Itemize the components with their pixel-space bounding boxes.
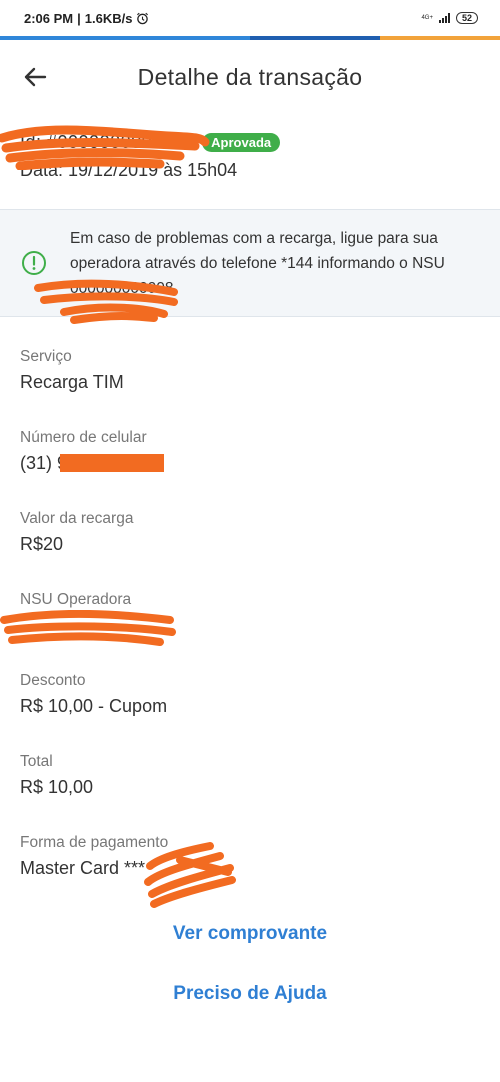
field-value: (31) 99 (20, 453, 78, 473)
field-value: Master Card *** (20, 858, 146, 878)
alert-line-1: Em caso de problemas com a recarga, ligu… (70, 229, 438, 247)
page-title: Detalhe da transação (137, 63, 363, 90)
signal-icon (438, 13, 450, 23)
field-label: Total (20, 753, 53, 770)
field-payment-method: Forma de pagamento Master Card *** (20, 833, 480, 881)
transaction-id-row: Id: #0000000000702 Aprovada (20, 130, 480, 154)
field-total: Total R$ 10,00 (20, 752, 480, 800)
field-label: Valor da recarga (20, 510, 134, 527)
status-time: 2:06 PM (24, 10, 74, 26)
battery-icon: 52 (455, 12, 478, 24)
status-right: 4G+ 52 (421, 12, 478, 24)
field-phone-number: Número de celular (31) 99 (20, 428, 480, 476)
field-label: Desconto (20, 672, 86, 689)
status-separator: | (77, 10, 81, 26)
field-value: Recarga TIM (20, 372, 124, 392)
field-label: Forma de pagamento (20, 834, 169, 851)
back-button[interactable] (0, 40, 70, 114)
status-bar: 2:06 PM | 1.6KB/s 4G+ 52 (0, 0, 500, 36)
transaction-date: Data: 19/12/2019 às 15h04 (20, 160, 238, 180)
view-receipt-button[interactable]: Ver comprovante (0, 923, 500, 945)
field-value: R$ 10,00 - Cupom (20, 696, 168, 716)
redaction-scribble (0, 610, 176, 646)
network-type: 4G+ (421, 15, 433, 21)
status-badge: Aprovada (202, 132, 281, 152)
status-speed: 1.6KB/s (84, 10, 133, 26)
status-left: 2:06 PM | 1.6KB/s (24, 11, 149, 26)
alert-line-2: operadora através do telefone *144 infor… (70, 254, 445, 272)
field-label: Número de celular (20, 429, 147, 446)
field-value: R$20 (20, 534, 64, 554)
app-header: Detalhe da transação (0, 40, 500, 114)
field-service: Serviço Recarga TIM (20, 347, 480, 395)
field-discount: Desconto R$ 10,00 - Cupom (20, 671, 480, 719)
alert-message: Em caso de problemas com a recarga, ligu… (70, 226, 445, 301)
battery-level: 52 (461, 13, 472, 23)
alert-box: Em caso de problemas com a recarga, ligu… (0, 209, 500, 317)
help-button[interactable]: Preciso de Ajuda (0, 983, 500, 1005)
field-nsu-operator: NSU Operadora (20, 590, 480, 612)
field-recharge-value: Valor da recarga R$20 (20, 509, 480, 557)
field-label: Serviço (20, 348, 72, 365)
network-type-label: 4G+ (421, 15, 433, 21)
field-value: R$ 10,00 (20, 777, 94, 797)
alert-line-3: 000000000008 (70, 279, 174, 297)
transaction-id: Id: #0000000000702 (20, 131, 195, 152)
exclamation-circle-icon (22, 251, 46, 275)
transaction-summary: Id: #0000000000702 Aprovada Data: 19/12/… (20, 130, 480, 181)
alarm-clock-icon (137, 12, 149, 24)
field-label: NSU Operadora (20, 591, 132, 608)
arrow-left-icon (24, 67, 47, 87)
